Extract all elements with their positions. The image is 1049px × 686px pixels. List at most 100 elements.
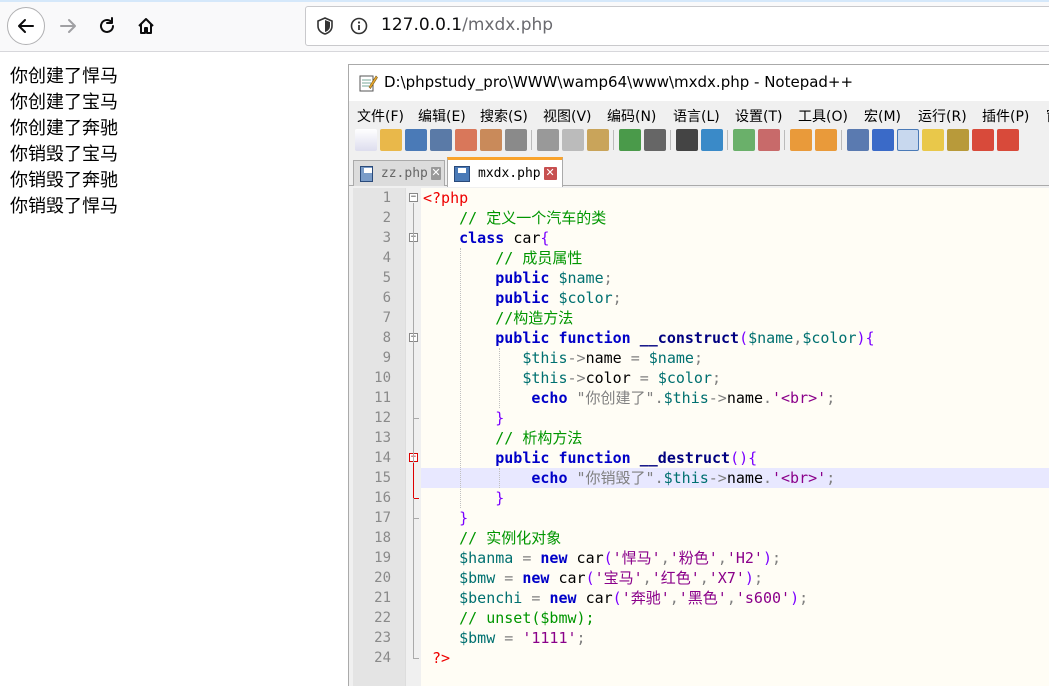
- menu-plugins[interactable]: 插件(P): [982, 106, 1029, 126]
- menu-edit[interactable]: 编辑(E): [418, 106, 466, 126]
- menu-settings[interactable]: 设置(T): [735, 106, 782, 126]
- line-number: 11: [374, 390, 391, 406]
- tab-label: mxdx.php: [478, 166, 541, 181]
- undo-icon[interactable]: [619, 129, 641, 151]
- menu-view[interactable]: 视图(V): [543, 106, 592, 126]
- menu-search[interactable]: 搜索(S): [480, 106, 528, 126]
- forward-button[interactable]: [50, 8, 86, 44]
- menu-run[interactable]: 运行(R): [918, 106, 967, 126]
- line-number: 17: [374, 510, 391, 526]
- code-text: public function __destruct(){: [495, 449, 758, 467]
- home-icon: [138, 18, 154, 34]
- output-line: 你销毁了奔驰: [10, 170, 118, 191]
- url-host: 127.0.0.1: [381, 15, 463, 35]
- code-text: $this->color = $color;: [522, 369, 722, 387]
- close-tab-icon[interactable]: ✕: [430, 167, 441, 180]
- cut-icon[interactable]: [537, 129, 559, 151]
- code-text: class car{: [459, 229, 550, 247]
- save-all-icon[interactable]: [430, 129, 452, 151]
- code-text: echo "你创建了".$this->name.'<br>';: [531, 389, 836, 407]
- save-icon[interactable]: [405, 129, 427, 151]
- code-line: 10 $this->color = $color;: [353, 368, 1049, 388]
- window-title: D:\phpstudy_pro\WWW\wamp64\www\mxdx.php …: [384, 73, 854, 91]
- code-text: }: [495, 409, 505, 427]
- reload-button[interactable]: [89, 8, 125, 44]
- monitoring-icon[interactable]: [997, 129, 1019, 151]
- code-line: 20 $bmw = new car('宝马','红色','X7');: [353, 568, 1049, 588]
- arrow-right-icon: [60, 19, 76, 33]
- code-text: // 定义一个汽车的类: [459, 209, 607, 227]
- open-file-icon[interactable]: [380, 129, 402, 151]
- code-text: $hanma = new car('悍马','粉色','H2');: [459, 549, 782, 567]
- floppy-icon: [454, 165, 470, 182]
- code-text: }: [495, 489, 505, 507]
- notepad-icon: [359, 75, 378, 92]
- menu-language[interactable]: 语言(L): [673, 106, 720, 126]
- find-icon[interactable]: [676, 129, 698, 151]
- show-all-chars-icon[interactable]: [872, 129, 894, 151]
- reload-icon: [100, 17, 114, 33]
- folder-workspace-icon[interactable]: [972, 129, 994, 151]
- menu-macro[interactable]: 宏(M): [864, 106, 901, 126]
- code-line: 2 // 定义一个汽车的类: [353, 208, 1049, 228]
- code-line: 13 // 析构方法: [353, 428, 1049, 448]
- notepadpp-window: D:\phpstudy_pro\WWW\wamp64\www\mxdx.php …: [348, 64, 1049, 686]
- line-number: 16: [374, 490, 391, 506]
- line-number: 22: [374, 610, 391, 626]
- redo-icon[interactable]: [644, 129, 666, 151]
- new-file-icon[interactable]: [355, 129, 377, 151]
- replace-icon[interactable]: [701, 129, 723, 151]
- copy-icon[interactable]: [562, 129, 584, 151]
- info-icon[interactable]: [350, 17, 368, 35]
- output-line: 你创建了奔驰: [10, 118, 118, 139]
- code-text: <?php: [423, 189, 469, 207]
- fold-line: [413, 463, 414, 498]
- print-icon[interactable]: [505, 129, 527, 151]
- indent-guide: [499, 468, 500, 488]
- close-all-icon[interactable]: [480, 129, 502, 151]
- toolbar: [349, 125, 1049, 155]
- close-tab-icon[interactable]: ✕: [543, 167, 557, 180]
- close-icon[interactable]: [455, 129, 477, 151]
- line-number: 19: [374, 550, 391, 566]
- paste-icon[interactable]: [587, 129, 609, 151]
- function-list-icon[interactable]: [947, 129, 969, 151]
- menu-tools[interactable]: 工具(O): [798, 106, 848, 126]
- tab-zz-php[interactable]: zz.php ✕: [353, 160, 445, 186]
- code-line: 12 }: [353, 408, 1049, 428]
- url-bar[interactable]: 127.0.0.1/mxdx.php: [305, 6, 1049, 46]
- code-line: 16 }: [353, 488, 1049, 508]
- shield-icon[interactable]: [316, 17, 334, 35]
- code-text: }: [459, 509, 469, 527]
- menu-encoding[interactable]: 编码(N): [607, 106, 656, 126]
- code-editor[interactable]: 1<?php−2 // 定义一个汽车的类3 class car{−4 // 成员…: [353, 188, 1049, 686]
- line-number: 1: [382, 190, 391, 206]
- line-number: 4: [382, 250, 391, 266]
- word-wrap-icon[interactable]: [847, 129, 869, 151]
- output-line: 你销毁了宝马: [10, 144, 118, 165]
- zoom-in-icon[interactable]: [733, 129, 755, 151]
- sync-vertical-icon[interactable]: [790, 129, 812, 151]
- line-number: 12: [374, 410, 391, 426]
- code-text: $bmw = new car('宝马','红色','X7');: [459, 569, 763, 587]
- doc-map-icon[interactable]: [922, 129, 944, 151]
- back-button[interactable]: [7, 7, 45, 45]
- url-text[interactable]: 127.0.0.1/mxdx.php: [381, 15, 553, 35]
- home-button[interactable]: [128, 8, 164, 44]
- fold-line: [413, 203, 414, 658]
- page-output: 你创建了悍马 你创建了宝马 你创建了奔驰 你销毁了宝马 你销毁了奔驰 你销毁了悍…: [10, 64, 118, 220]
- indent-guide-icon[interactable]: [897, 129, 919, 151]
- sync-horizontal-icon[interactable]: [815, 129, 837, 151]
- tab-mxdx-php[interactable]: mxdx.php ✕: [447, 157, 563, 187]
- title-bar[interactable]: D:\phpstudy_pro\WWW\wamp64\www\mxdx.php …: [349, 65, 1049, 101]
- code-line: 6 public $color;: [353, 288, 1049, 308]
- code-line: 8 public function __construct($name,$col…: [353, 328, 1049, 348]
- zoom-out-icon[interactable]: [758, 129, 780, 151]
- line-number: 18: [374, 530, 391, 546]
- line-number: 9: [382, 350, 391, 366]
- menu-file[interactable]: 文件(F): [357, 106, 404, 126]
- code-text: // 实例化对象: [459, 529, 562, 547]
- line-number: 7: [382, 310, 391, 326]
- fold-toggle-icon[interactable]: −: [409, 193, 418, 202]
- browser-toolbar: 127.0.0.1/mxdx.php: [0, 0, 1049, 52]
